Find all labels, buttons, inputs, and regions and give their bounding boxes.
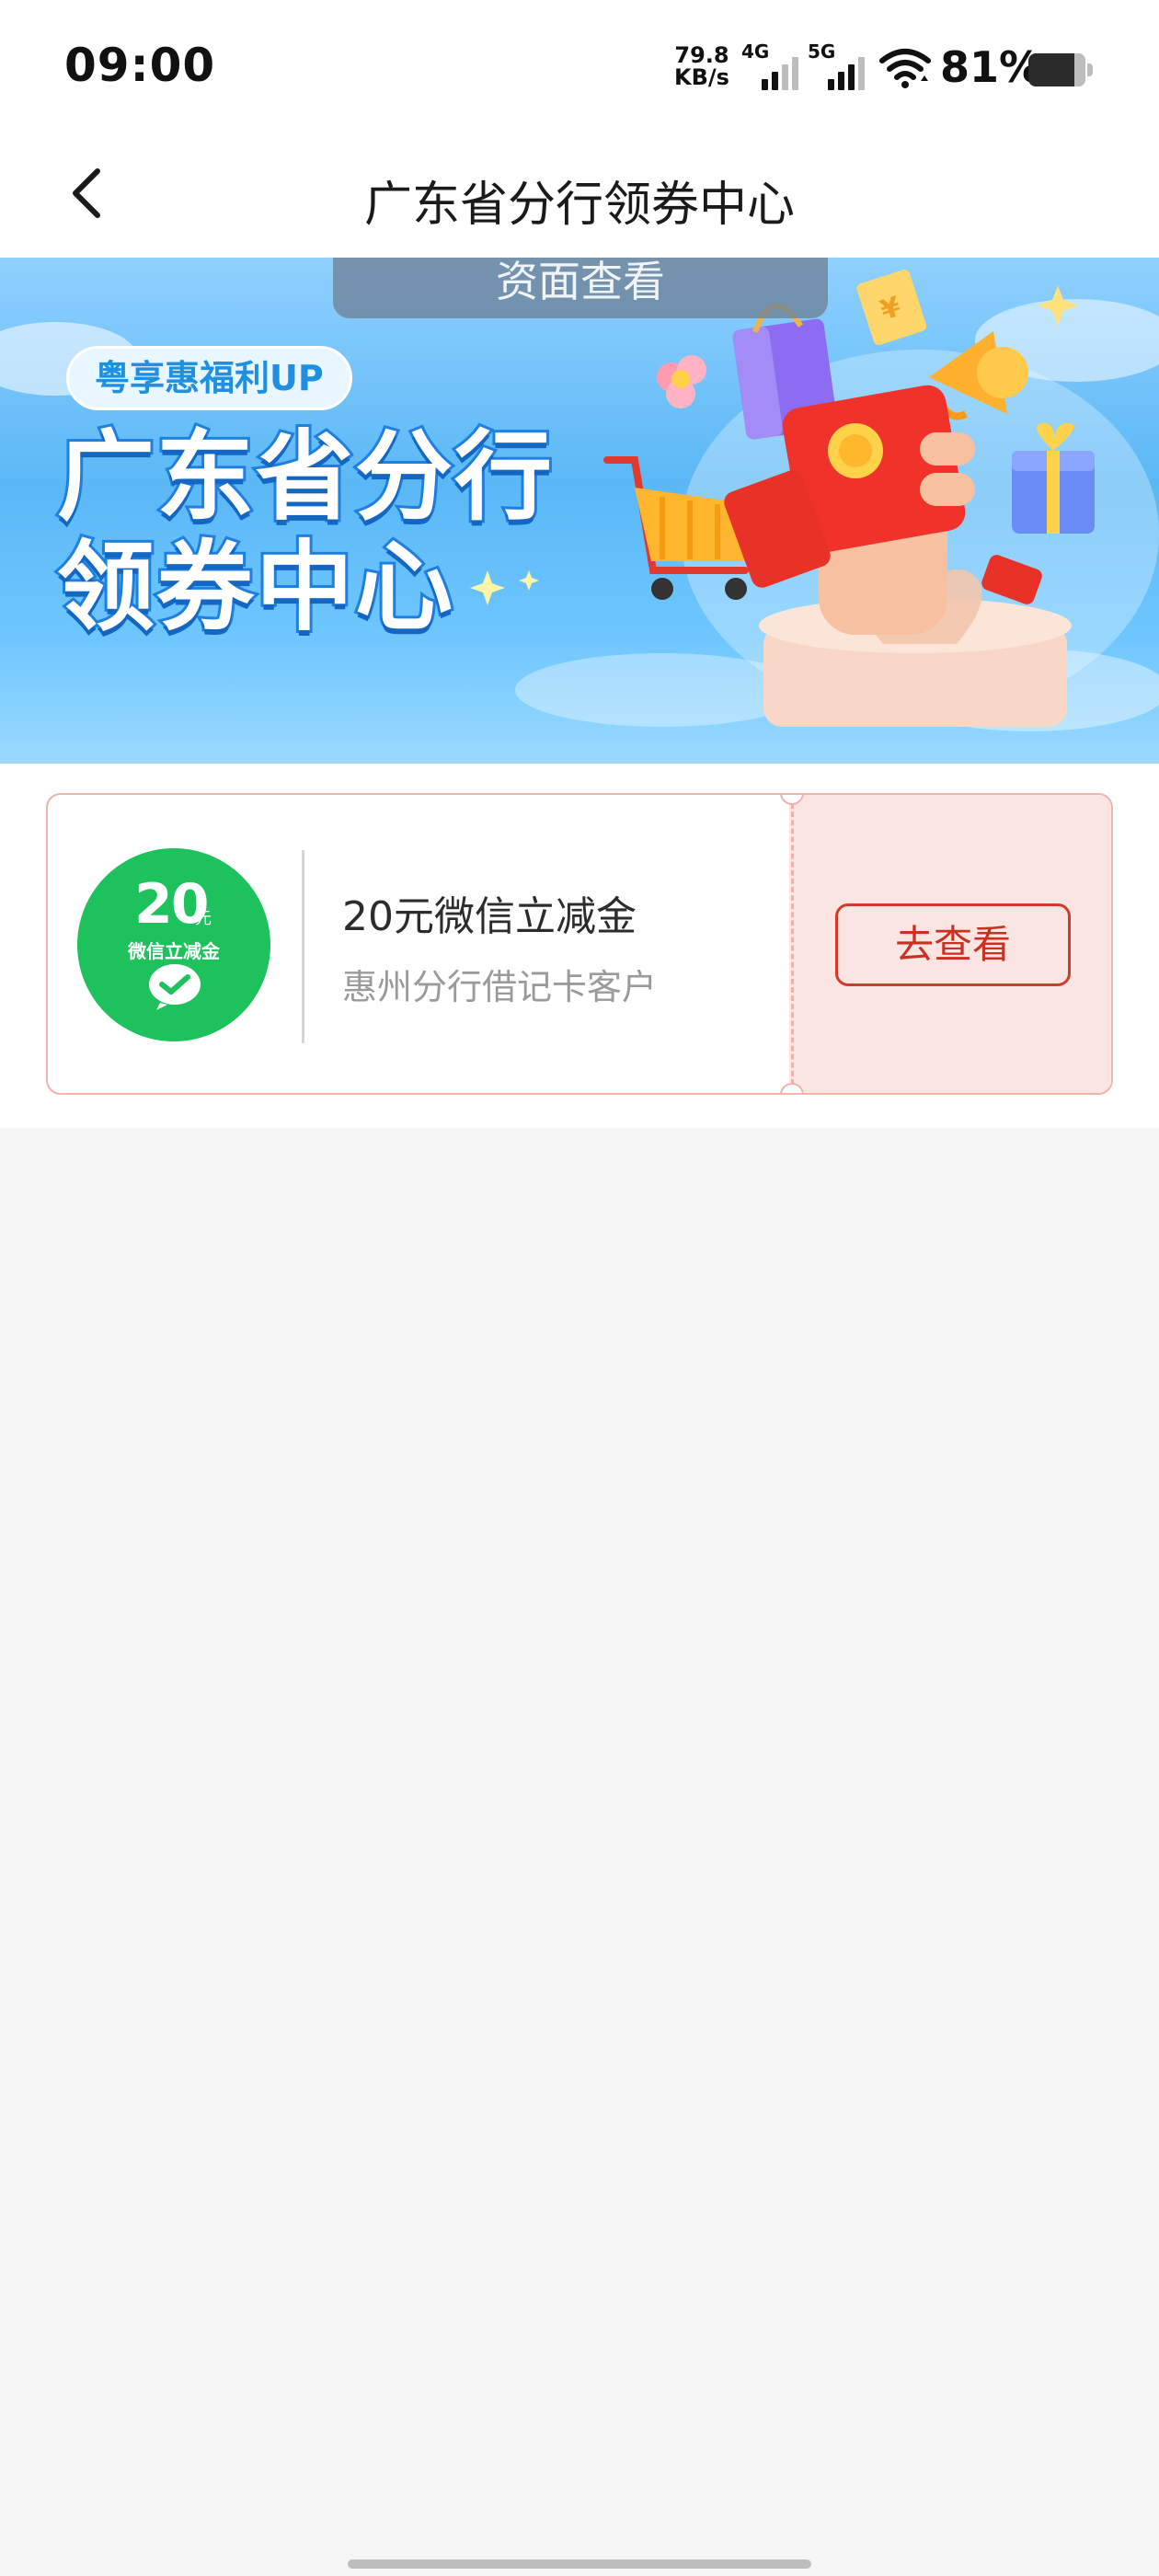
wechat-coupon-badge: 20 元 微信立减金 — [77, 848, 270, 1041]
view-coupon-button[interactable]: 去查看 — [835, 903, 1071, 986]
nav-bar: 广东省分行领券中心 — [0, 138, 1159, 258]
home-indicator[interactable] — [348, 2559, 811, 2569]
resource-view-tab[interactable]: 资面查看 — [333, 258, 828, 318]
coupon-divider — [302, 850, 304, 1043]
battery-icon — [1028, 53, 1093, 86]
sim1-signal-icon: 4G — [741, 40, 806, 92]
network-speed-unit: KB/s — [674, 64, 729, 90]
promo-badge: 粤享惠福利UP — [66, 346, 352, 410]
badge-unit: 元 — [195, 909, 212, 928]
coupon-eligibility: 惠州分行借记卡客户 — [342, 967, 658, 1007]
coupon-perforation — [791, 795, 794, 1093]
coupon-card[interactable]: 20 元 微信立减金 20元微信立减金 惠州分行借记卡客户 去查看 — [46, 793, 1113, 1095]
sim2-signal-icon: 5G — [808, 40, 872, 92]
battery-percent: 81% — [940, 42, 1042, 92]
wifi-icon — [879, 49, 931, 88]
badge-subtitle: 微信立减金 — [128, 940, 220, 962]
status-bar: 09:00 79.8 KB/s 4G 5G 81% — [0, 0, 1159, 138]
banner-title-line2: 领券中心 — [54, 531, 455, 644]
banner-title-line1: 广东省分行 — [54, 420, 555, 534]
coupon-title: 20元微信立减金 — [342, 893, 637, 940]
coupon-list: 20 元 微信立减金 20元微信立减金 惠州分行借记卡客户 去查看 — [0, 764, 1159, 1128]
network-speed-value: 79.8 — [674, 42, 729, 68]
wechat-pay-icon — [149, 964, 201, 1010]
status-time: 09:00 — [64, 39, 216, 92]
network-speed: 79.8 KB/s — [670, 44, 734, 88]
page-title: 广东省分行领券中心 — [363, 178, 795, 233]
promo-banner[interactable]: ¥ 资面查看 粤享惠福利UP 广东省分行 领券中心 — [0, 258, 1159, 764]
